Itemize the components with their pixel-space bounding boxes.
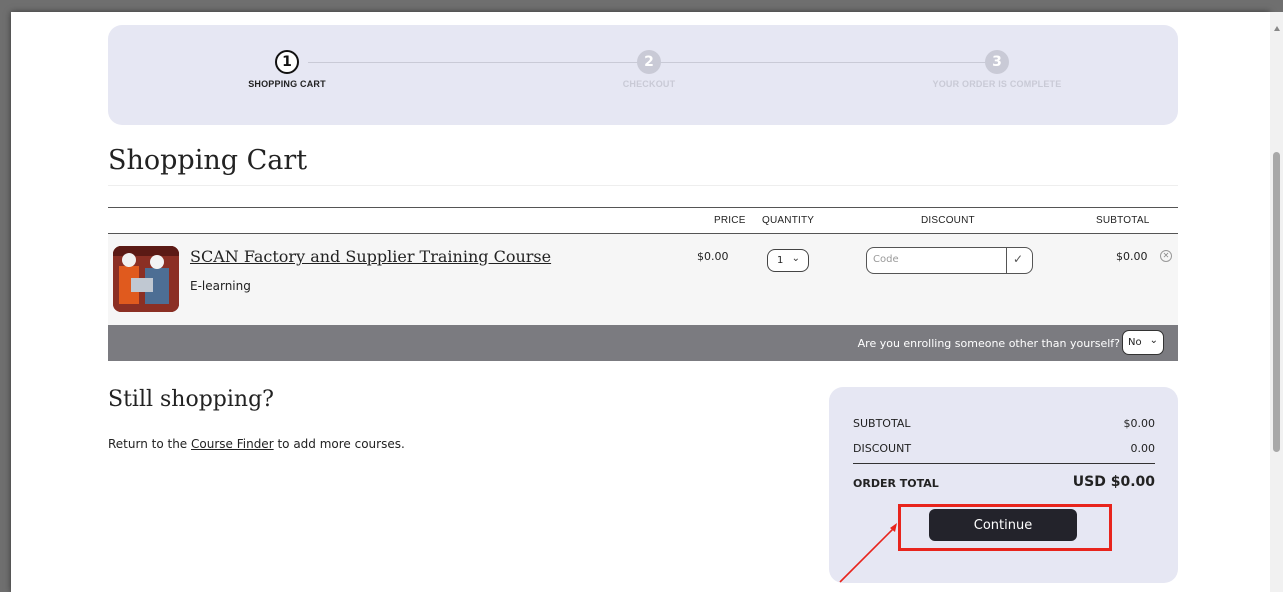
step-number: 2 <box>637 50 661 74</box>
divider <box>108 185 1178 186</box>
enroll-select[interactable]: No ⌄ <box>1122 330 1164 355</box>
scrollbar[interactable] <box>1270 12 1283 592</box>
summary-subtotal-row: SUBTOTAL $0.00 <box>853 417 1155 430</box>
step-label: YOUR ORDER IS COMPLETE <box>932 79 1062 89</box>
still-shopping-text: Return to the Course Finder to add more … <box>108 437 405 451</box>
step-label: SHOPPING CART <box>248 79 326 89</box>
enroll-question: Are you enrolling someone other than you… <box>857 337 1120 350</box>
step-order-complete: 3 YOUR ORDER IS COMPLETE <box>887 50 1107 89</box>
step-number: 1 <box>275 50 299 74</box>
summary-divider <box>853 463 1155 464</box>
header-discount: DISCOUNT <box>921 215 975 226</box>
discount-code-field: ✓ <box>866 247 1033 274</box>
step-checkout: 2 CHECKOUT <box>539 50 759 89</box>
check-icon[interactable]: ✓ <box>1013 252 1023 266</box>
text-before: Return to the <box>108 437 192 451</box>
quantity-value: 1 <box>777 255 784 266</box>
close-circle-icon[interactable]: ✕ <box>1160 250 1172 262</box>
order-total-value: USD $0.00 <box>1072 474 1155 490</box>
item-subtotal: $0.00 <box>1116 250 1148 263</box>
course-finder-link[interactable]: Course Finder <box>191 437 274 451</box>
course-type: E-learning <box>190 279 251 293</box>
scrollbar-thumb[interactable] <box>1273 152 1280 452</box>
still-shopping-title: Still shopping? <box>108 387 274 412</box>
highlight-box <box>898 504 1112 551</box>
header-quantity: QUANTITY <box>762 215 815 226</box>
discount-divider <box>1006 248 1007 273</box>
item-price: $0.00 <box>697 250 729 263</box>
step-number: 3 <box>985 50 1009 74</box>
course-thumbnail[interactable] <box>113 246 179 312</box>
quantity-select[interactable]: 1 ⌄ <box>767 249 809 272</box>
enroll-value: No <box>1128 337 1142 348</box>
summary-discount-value: 0.00 <box>1130 442 1156 455</box>
enroll-bar: Are you enrolling someone other than you… <box>108 325 1178 361</box>
chevron-down-icon: ⌄ <box>791 253 800 264</box>
course-title-link[interactable]: SCAN Factory and Supplier Training Cours… <box>190 247 551 266</box>
checkout-steps: 1 SHOPPING CART 2 CHECKOUT 3 YOUR ORDER … <box>108 25 1178 125</box>
summary-subtotal-label: SUBTOTAL <box>853 417 911 430</box>
table-top-rule <box>108 207 1178 208</box>
chevron-down-icon: ⌄ <box>1149 335 1158 346</box>
order-total-label: ORDER TOTAL <box>853 477 939 490</box>
header-price: PRICE <box>714 215 746 226</box>
text-after: to add more courses. <box>273 437 405 451</box>
summary-subtotal-value: $0.00 <box>1123 417 1156 430</box>
discount-code-input[interactable] <box>873 254 998 265</box>
page-title: Shopping Cart <box>108 145 308 176</box>
step-label: CHECKOUT <box>622 79 676 89</box>
table-row: SCAN Factory and Supplier Training Cours… <box>108 234 1178 325</box>
summary-discount-row: DISCOUNT 0.00 <box>853 442 1155 455</box>
scroll-up-icon[interactable] <box>1274 26 1280 31</box>
annotation-arrow-icon <box>839 523 897 583</box>
page: 1 SHOPPING CART 2 CHECKOUT 3 YOUR ORDER … <box>11 12 1270 592</box>
step-shopping-cart: 1 SHOPPING CART <box>177 50 397 89</box>
summary-discount-label: DISCOUNT <box>853 442 912 455</box>
header-subtotal: SUBTOTAL <box>1096 215 1150 226</box>
